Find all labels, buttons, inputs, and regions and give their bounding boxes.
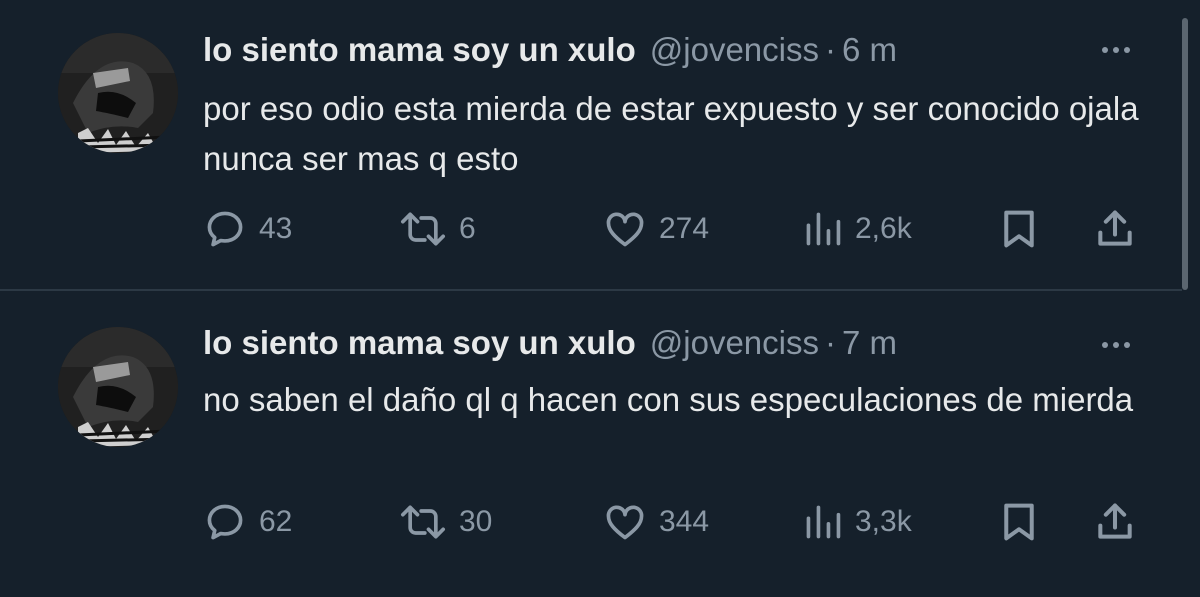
more-options-button[interactable]: [1094, 331, 1138, 359]
reply-button[interactable]: 62: [203, 498, 292, 546]
tweet-header: lo siento mama soy un xulo @jovenciss · …: [203, 28, 897, 72]
reply-icon: [207, 211, 243, 247]
retweet-icon: [401, 212, 445, 246]
tweet-actions: 62 30 344 3,3k: [203, 498, 1143, 546]
view-count: 3,3k: [855, 505, 912, 538]
like-button[interactable]: 344: [603, 498, 709, 546]
share-button[interactable]: [1093, 498, 1137, 546]
timestamp[interactable]: 6 m: [842, 28, 897, 72]
like-count: 344: [659, 505, 710, 538]
separator-dot: ·: [825, 324, 836, 361]
bookmark-button[interactable]: [999, 205, 1039, 253]
retweet-icon: [401, 505, 445, 539]
tweet-text: por eso odio esta mierda de estar expues…: [203, 90, 1139, 177]
avatar-image: [58, 327, 178, 447]
retweet-button[interactable]: 30: [399, 498, 492, 546]
bookmark-button[interactable]: [999, 498, 1039, 546]
share-icon: [1098, 503, 1132, 539]
avatar[interactable]: [58, 33, 178, 153]
user-handle[interactable]: @jovenciss: [650, 28, 819, 72]
bookmark-icon: [1004, 503, 1034, 541]
views-icon: [806, 212, 841, 246]
retweet-count: 6: [459, 212, 476, 245]
timestamp[interactable]: 7 m: [842, 321, 897, 365]
tweet-header: lo siento mama soy un xulo @jovenciss · …: [203, 321, 897, 365]
display-name[interactable]: lo siento mama soy un xulo: [203, 28, 636, 72]
more-icon: [1102, 342, 1130, 348]
reply-count: 62: [259, 505, 293, 538]
share-icon: [1098, 210, 1132, 246]
more-options-button[interactable]: [1094, 36, 1138, 64]
views-button[interactable]: 3,3k: [803, 498, 912, 546]
retweet-count: 30: [459, 505, 493, 538]
avatar-image: [58, 33, 178, 153]
reply-count: 43: [259, 212, 293, 245]
more-icon: [1102, 47, 1130, 53]
like-count: 274: [659, 212, 710, 245]
views-button[interactable]: 2,6k: [803, 205, 912, 253]
display-name[interactable]: lo siento mama soy un xulo: [203, 321, 636, 365]
bookmark-icon: [1004, 210, 1034, 248]
tweet[interactable]: lo siento mama soy un xulo @jovenciss · …: [0, 291, 1182, 597]
user-handle[interactable]: @jovenciss: [650, 321, 819, 365]
views-icon: [806, 505, 841, 539]
reply-icon: [207, 504, 243, 540]
tweet-actions: 43 6 274 2,6k: [203, 205, 1143, 253]
tweet-text: no saben el daño ql q hacen con sus espe…: [203, 381, 1134, 418]
scrollbar[interactable]: [1182, 18, 1188, 290]
like-icon: [606, 212, 644, 247]
like-icon: [606, 505, 644, 540]
retweet-button[interactable]: 6: [399, 205, 476, 253]
view-count: 2,6k: [855, 212, 912, 245]
separator-dot: ·: [825, 31, 836, 68]
like-button[interactable]: 274: [603, 205, 709, 253]
reply-button[interactable]: 43: [203, 205, 292, 253]
tweet[interactable]: lo siento mama soy un xulo @jovenciss · …: [0, 0, 1182, 290]
share-button[interactable]: [1093, 205, 1137, 253]
avatar[interactable]: [58, 327, 178, 447]
timeline: lo siento mama soy un xulo @jovenciss · …: [0, 0, 1200, 597]
